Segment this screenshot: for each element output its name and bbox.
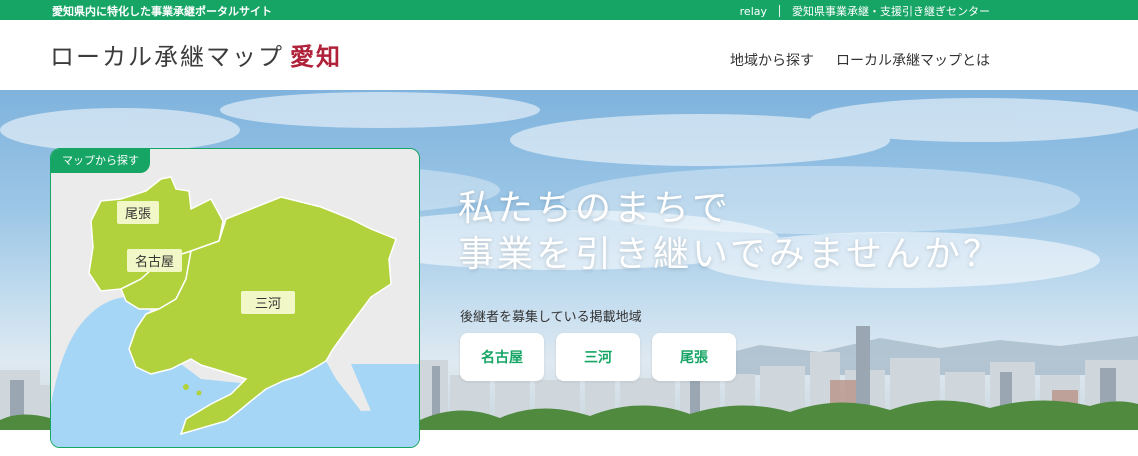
map-label-owari[interactable]: 尾張 [117,201,160,224]
site-logo[interactable]: ローカル承継マップ 愛知 [50,37,342,72]
map-card: マップから探す 尾張 名古屋 三河 [50,148,420,448]
logo-accent-text: 愛知 [290,43,342,71]
region-button-owari[interactable]: 尾張 [652,333,736,381]
logo-main-text: ローカル承継マップ [50,43,284,71]
site-tagline: 愛知県内に特化した事業承継ポータルサイト [52,5,272,18]
map-label-mikawa[interactable]: 三河 [241,291,296,314]
headline-line-2: 事業を引き継いでみませんか？ [458,234,1002,275]
main-nav: 地域から探す ローカル承継マップとは [730,50,990,70]
top-bar: 愛知県内に特化した事業承継ポータルサイト relay 愛知県事業承継・支援引き継… [0,0,1138,20]
site-header: ローカル承継マップ 愛知 地域から探す ローカル承継マップとは [0,20,1138,90]
region-button-mikawa[interactable]: 三河 [556,333,640,381]
map-search-badge: マップから探す [51,149,150,173]
top-links: relay 愛知県事業承継・支援引き継ぎセンター [740,3,990,19]
map-label-nagoya[interactable]: 名古屋 [127,249,183,272]
headline-line-1: 私たちのまちで [458,188,732,229]
regions-caption: 後継者を募集している掲載地域 [460,310,642,325]
hero-headline: 私たちのまちで 事業を引き継いでみませんか？ [458,186,1002,278]
link-divider [779,5,780,17]
nav-about[interactable]: ローカル承継マップとは [836,50,990,70]
aichi-map [51,176,419,447]
relay-link[interactable]: relay [740,5,767,18]
region-button-nagoya[interactable]: 名古屋 [460,333,544,381]
nav-search-by-region[interactable]: 地域から探す [730,50,814,70]
support-center-link[interactable]: 愛知県事業承継・支援引き継ぎセンター [792,3,990,19]
region-button-group: 名古屋 三河 尾張 [460,333,736,381]
